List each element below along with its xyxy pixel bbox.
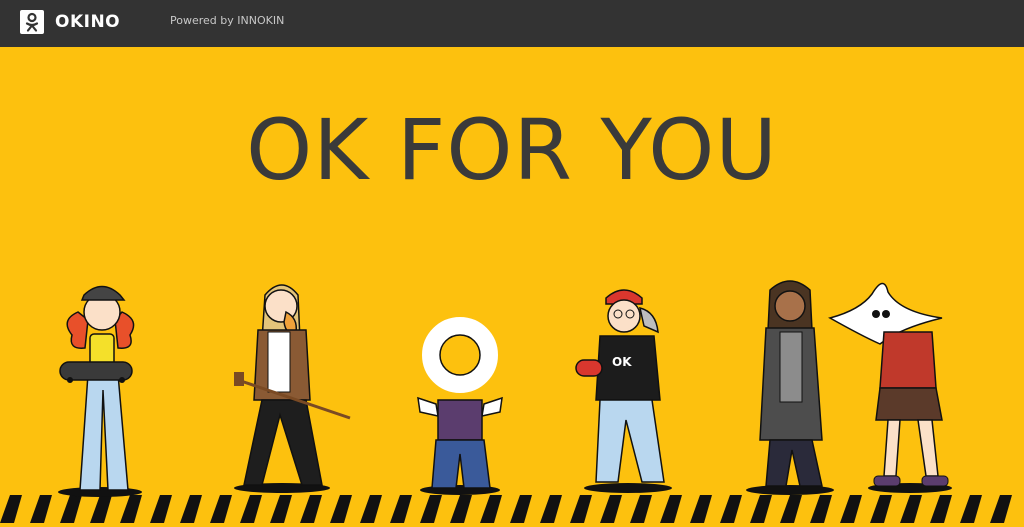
- ok-logo-icon[interactable]: [20, 10, 44, 34]
- hero-illustration: OK: [0, 240, 1024, 523]
- logo-text[interactable]: OKINO: [55, 9, 120, 35]
- character-ghost-mask-girl: [828, 282, 952, 493]
- character-man-with-cane: [234, 284, 351, 493]
- top-bar: OKINO Powered by INNOKIN: [0, 0, 1024, 47]
- hoodie-ok-label: OK: [612, 355, 632, 369]
- page-headline: OK FOR YOU: [246, 101, 778, 199]
- character-skater-girl: [58, 285, 142, 497]
- crosswalk-stripes: [0, 495, 1012, 523]
- character-ok-mascot: [417, 317, 503, 495]
- character-ok-hoodie-woman: OK: [575, 289, 672, 493]
- powered-by-label: Powered by INNOKIN: [170, 14, 285, 27]
- character-grey-coat-person: [746, 280, 834, 495]
